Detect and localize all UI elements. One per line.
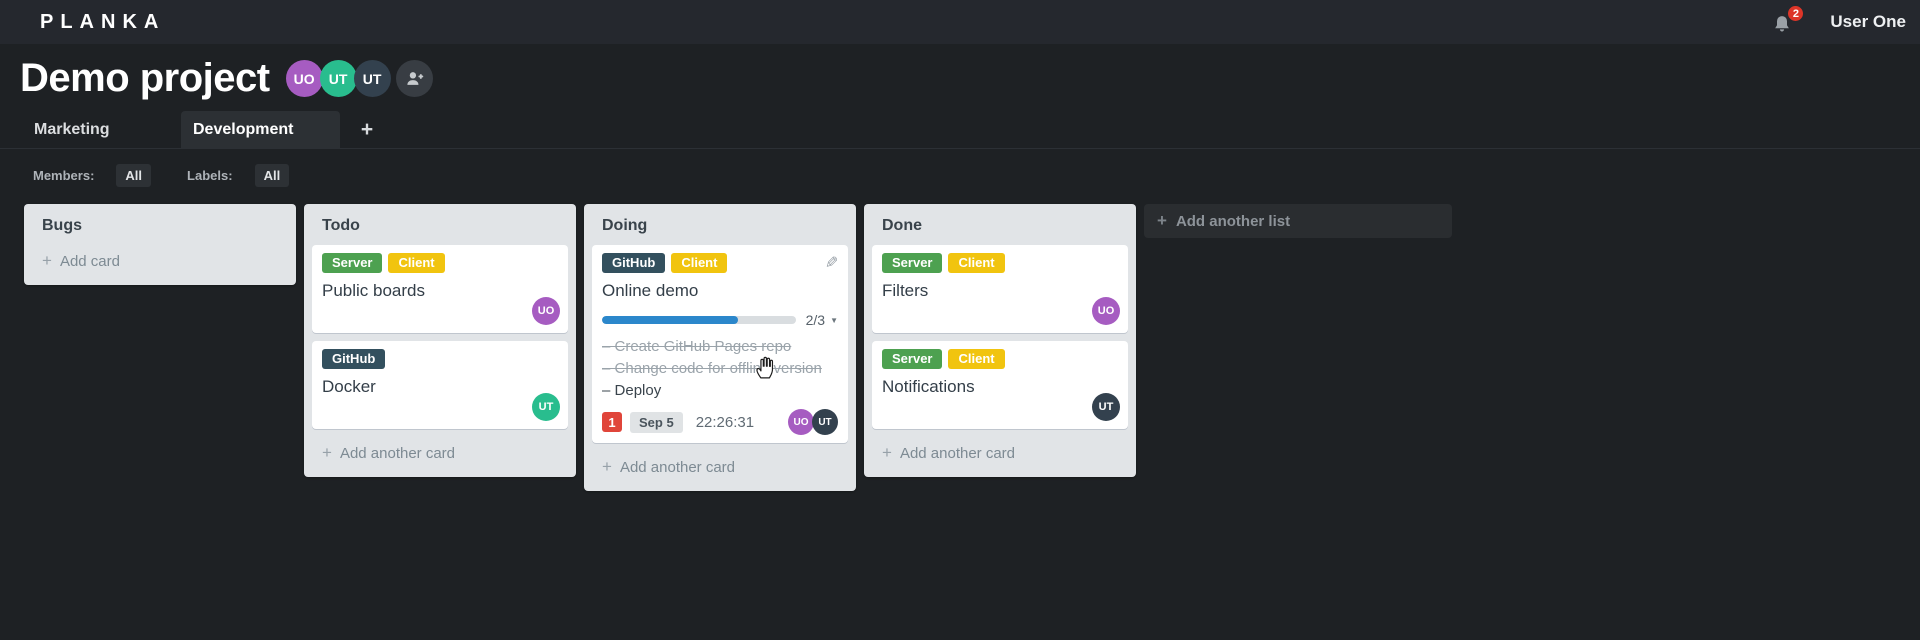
progress-bar [602,316,796,324]
planka-logo: PLANKA [40,10,166,33]
label-client[interactable]: Client [948,253,1005,273]
list-todo: Todo Server Client Public boards UO GitH… [304,204,576,477]
card-notifications[interactable]: Server Client Notifications UT [872,341,1128,429]
label-client[interactable]: Client [948,349,1005,369]
card-labels: GitHub [322,349,558,369]
add-card-label: Add another card [899,444,1016,462]
add-card-label: Add another card [339,444,456,462]
card-labels: Server Client [882,349,1118,369]
page-title: Demo project [20,56,270,100]
user-menu[interactable]: User One [1830,12,1906,32]
card-title: Notifications [882,377,975,396]
progress-fill [602,316,738,324]
labels-filter-label: Labels: [187,168,233,183]
plus-icon: + [42,251,52,270]
task-item: Create GitHub Pages repo [602,336,838,358]
card-labels: GitHub Client [602,253,838,273]
list-title[interactable]: Doing [584,204,856,245]
due-date-badge[interactable]: Sep 5 [630,411,683,433]
labels-filter-value[interactable]: All [254,164,290,187]
list-title[interactable]: Done [864,204,1136,245]
card-title: Filters [882,281,929,300]
board-tabs: Marketing Development + [0,111,1920,149]
avatar[interactable]: UT [532,393,560,421]
plus-icon: + [322,443,332,462]
card-title: Docker [322,377,376,396]
edit-card-icon[interactable]: ✎ [825,253,838,273]
list-done: Done Server Client Filters UO Server Cli… [864,204,1136,477]
card-meta-row: 1 Sep 5 22:26:31 UO UT [602,409,838,435]
notification-count-badge: 2 [1787,5,1805,22]
timer-value[interactable]: 22:26:31 [696,414,754,431]
add-card-button[interactable]: + Add another card [864,437,1136,477]
project-members: UO UT UT [285,60,433,97]
add-list-label: Add another list [1175,212,1291,230]
avatar[interactable]: UT [353,60,391,97]
members-filter-label: Members: [33,168,95,183]
avatar[interactable]: UT [319,60,357,97]
label-server[interactable]: Server [322,253,383,273]
avatar[interactable]: UO [788,409,814,435]
board: Bugs + Add card Todo Server Client Publi… [24,204,1920,491]
cards-container: Server Client Public boards UO GitHub Do… [304,245,576,429]
task-item: Change code for offline version [602,358,838,380]
add-card-button[interactable]: + Add another card [584,451,856,491]
label-github[interactable]: GitHub [322,349,386,369]
task-progress: 2/3 ▼ [602,312,838,328]
add-user-icon [406,72,423,85]
members-filter-value[interactable]: All [116,164,152,187]
notification-count-badge: 1 [602,412,622,432]
plus-icon: + [602,457,612,476]
plus-icon: + [1157,211,1167,230]
cards-container: ✎ GitHub Client Online demo 2/3 ▼ Create… [584,245,856,443]
add-board-button[interactable]: + [350,111,384,148]
card-labels: Server Client [882,253,1118,273]
label-server[interactable]: Server [882,349,943,369]
card-title: Online demo [602,281,699,300]
cards-container: Server Client Filters UO Server Client N… [864,245,1136,429]
avatar[interactable]: UT [1092,393,1120,421]
tab-marketing[interactable]: Marketing [22,111,181,148]
card-members: UO UT [788,409,838,435]
avatar[interactable]: UT [812,409,838,435]
chevron-down-icon: ▼ [830,315,838,325]
list-doing: Doing ✎ GitHub Client Online demo 2/3 ▼ [584,204,856,491]
project-header: Demo project UO UT UT [20,56,1920,101]
card-online-demo[interactable]: ✎ GitHub Client Online demo 2/3 ▼ Create… [592,245,848,443]
card-labels: Server Client [322,253,558,273]
card-title: Public boards [322,281,426,300]
label-server[interactable]: Server [882,253,943,273]
card-docker[interactable]: GitHub Docker UT [312,341,568,429]
add-member-button[interactable] [395,60,433,97]
card-public-boards[interactable]: Server Client Public boards UO [312,245,568,333]
label-github[interactable]: GitHub [602,253,666,273]
add-card-label: Add card [59,252,120,270]
add-card-button[interactable]: + Add card [24,245,296,285]
avatar[interactable]: UO [532,297,560,325]
avatar[interactable]: UO [1092,297,1120,325]
progress-toggle[interactable]: 2/3 ▼ [806,312,838,328]
list-title[interactable]: Bugs [24,204,296,245]
card-filters[interactable]: Server Client Filters UO [872,245,1128,333]
notifications-button[interactable]: 2 [1772,5,1805,35]
list-bugs: Bugs + Add card [24,204,296,285]
task-item: Deploy [602,380,838,402]
label-client[interactable]: Client [671,253,728,273]
add-list-button[interactable]: + Add another list [1144,204,1452,238]
add-card-label: Add another card [619,458,736,476]
progress-count: 2/3 [805,312,826,328]
tab-development[interactable]: Development [181,111,340,148]
avatar[interactable]: UO [285,60,323,97]
plus-icon: + [882,443,892,462]
app-bar: PLANKA 2 User One [0,0,1920,44]
label-client[interactable]: Client [388,253,445,273]
appbar-right: 2 User One [1772,5,1906,35]
filter-bar: Members: All Labels: All [33,164,1920,187]
list-title[interactable]: Todo [304,204,576,245]
add-card-button[interactable]: + Add another card [304,437,576,477]
